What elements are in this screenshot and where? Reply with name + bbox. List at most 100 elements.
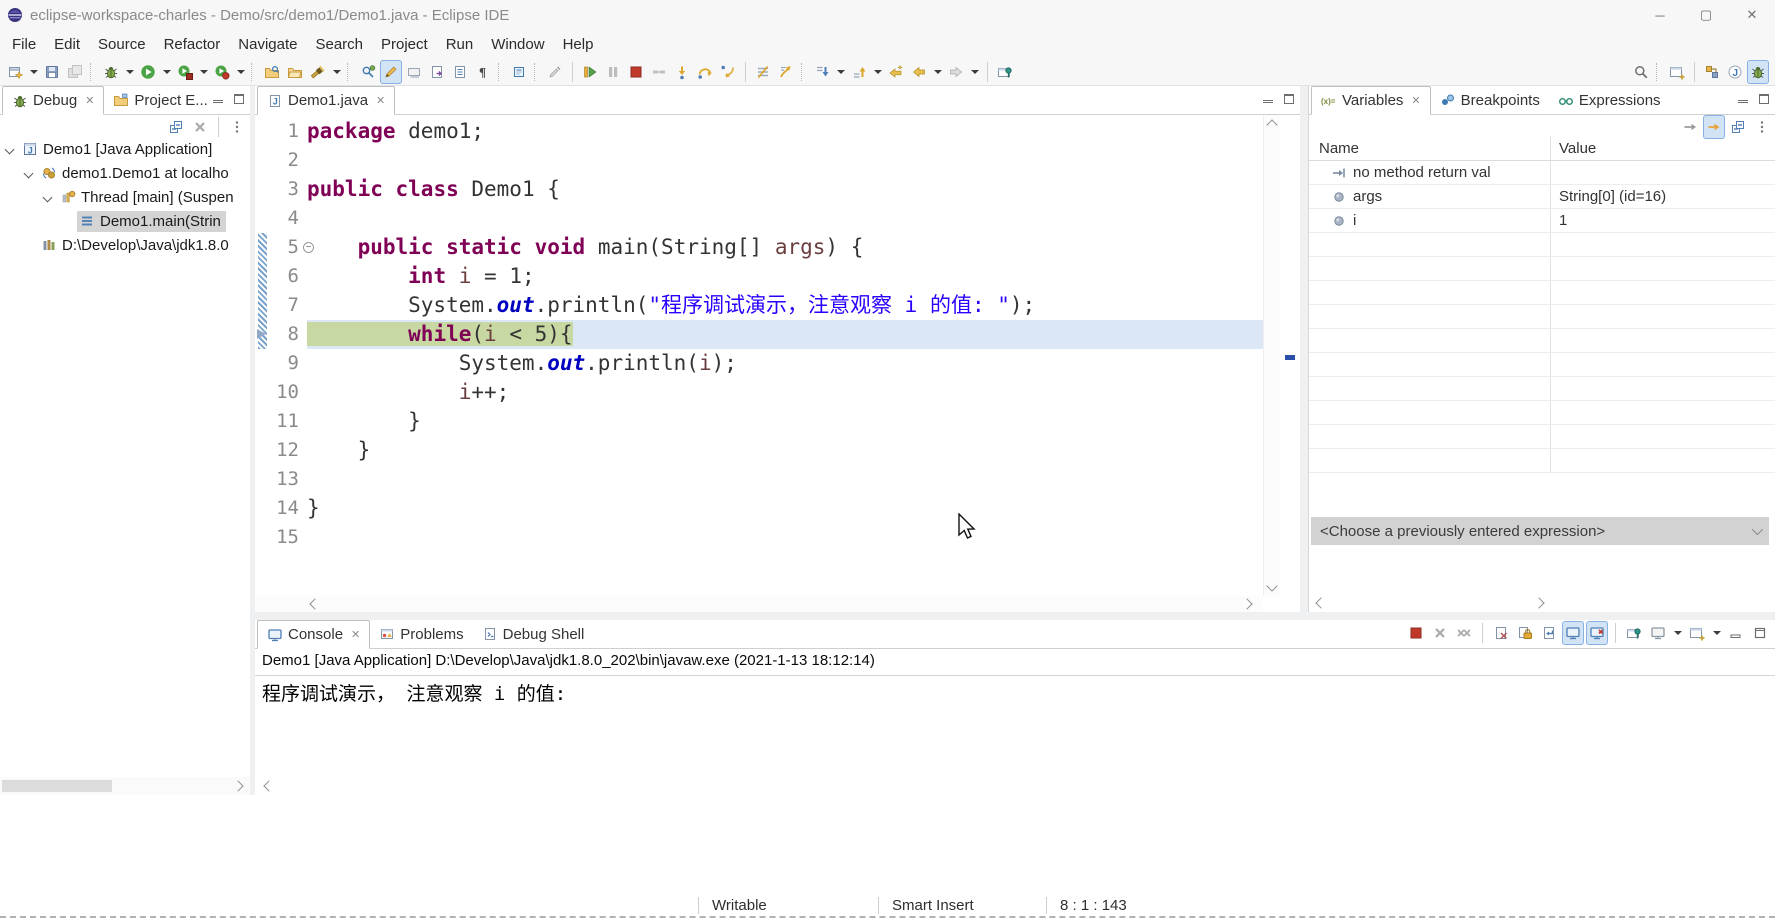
run-tool-button[interactable] (211, 60, 233, 84)
editor-vscrollbar[interactable] (1263, 115, 1280, 596)
menu-project[interactable]: Project (372, 32, 437, 57)
menu-search[interactable]: Search (306, 32, 372, 57)
tree-item-content[interactable]: JDemo1 [Java Application] (20, 139, 217, 160)
collapse-all-button[interactable] (165, 115, 187, 139)
tree-item-content[interactable]: Thread [main] (Suspen (58, 187, 239, 208)
debug-view-hscrollbar[interactable] (0, 777, 250, 795)
run-button[interactable] (137, 60, 159, 84)
dropdown-caret-icon[interactable] (123, 60, 136, 84)
view-menu-button[interactable] (226, 115, 248, 139)
menu-help[interactable]: Help (554, 32, 603, 57)
max-view-button[interactable] (1749, 621, 1771, 645)
tab-project-e[interactable]: Project E... (104, 86, 216, 114)
variable-row[interactable]: i1 (1309, 209, 1775, 233)
code-line-1[interactable]: package demo1; (307, 117, 1263, 146)
close-tab-icon[interactable]: ✕ (351, 628, 360, 641)
breadcrumb-button[interactable] (403, 60, 425, 84)
coverage-button[interactable] (174, 60, 196, 84)
scroll-left-icon[interactable] (309, 598, 320, 609)
maximize-view-icon[interactable] (1759, 94, 1769, 104)
flashlight-button[interactable] (307, 60, 329, 84)
tree-item-content[interactable]: D:\Develop\Java\jdk1.8.0 (39, 235, 234, 256)
variable-row[interactable]: argsString[0] (id=16) (1309, 185, 1775, 209)
tree-item[interactable]: demo1.Demo1 at localho (0, 161, 250, 185)
code-line-14[interactable]: } (307, 494, 1263, 523)
dropdown-caret-icon[interactable] (968, 60, 981, 84)
close-tab-icon[interactable]: ✕ (85, 94, 94, 107)
debug-persp-button[interactable] (1747, 60, 1769, 84)
expander-icon[interactable] (43, 192, 53, 202)
menu-refactor[interactable]: Refactor (155, 32, 230, 57)
dropdown-caret-icon[interactable] (330, 60, 343, 84)
x-gray-button[interactable] (1429, 621, 1451, 645)
last-edit-location-button[interactable] (885, 60, 907, 84)
tree-item[interactable]: Thread [main] (Suspen (0, 185, 250, 209)
code-line-7[interactable]: System.out.println("程序调试演示，注意观察 i 的值: ")… (307, 291, 1263, 320)
skip-breakpoints-button[interactable] (752, 60, 774, 84)
java-persp-button[interactable]: J (1724, 60, 1746, 84)
tree-item[interactable]: Demo1.main(Strin (0, 209, 250, 233)
terminate-red-button[interactable] (1405, 621, 1427, 645)
menu-navigate[interactable]: Navigate (229, 32, 306, 57)
code-line-8[interactable]: while(i < 5){ (307, 320, 1263, 349)
use-step-filters-button[interactable] (775, 60, 797, 84)
tree-item-selected[interactable]: Demo1.main(Strin (77, 211, 226, 232)
remove-terminated-button[interactable] (189, 115, 211, 139)
editor-code-area[interactable]: package demo1; public class Demo1 { publ… (307, 117, 1263, 552)
code-line-13[interactable] (307, 465, 1263, 494)
dropdown-caret-icon[interactable] (27, 60, 40, 84)
show-list-button[interactable] (449, 60, 471, 84)
link-editor-button[interactable] (544, 60, 566, 84)
next-annotation-button[interactable] (811, 60, 833, 84)
save-button[interactable] (41, 60, 63, 84)
menu-file[interactable]: File (3, 32, 45, 57)
stderr-monitor-button[interactable] (1586, 621, 1608, 645)
dropdown-caret-icon[interactable] (1710, 621, 1723, 645)
forward-button[interactable] (945, 60, 967, 84)
minimize-button[interactable]: ─ (1637, 0, 1683, 30)
step-into-button[interactable] (671, 60, 693, 84)
tab-expressions[interactable]: Expressions (1549, 86, 1670, 114)
block-selection-button[interactable] (508, 60, 530, 84)
pin-console-button[interactable] (1623, 621, 1645, 645)
display-console-button[interactable] (1647, 621, 1669, 645)
variables-hscrollbar[interactable] (1309, 594, 1775, 612)
expander-icon[interactable] (5, 144, 15, 154)
scrollbar-thumb[interactable] (2, 780, 112, 792)
scroll-left-icon[interactable] (263, 780, 274, 791)
dropdown-caret-icon[interactable] (197, 60, 210, 84)
maximize-view-icon[interactable] (1284, 94, 1294, 104)
tab-demo1-java[interactable]: JDemo1.java✕ (257, 86, 395, 115)
dropdown-caret-icon[interactable] (834, 60, 847, 84)
tab-variables[interactable]: (x)=Variables✕ (1311, 86, 1431, 115)
dropdown-caret-icon[interactable] (234, 60, 247, 84)
tree-item[interactable]: JDemo1 [Java Application] (0, 137, 250, 161)
scroll-down-icon[interactable] (1266, 580, 1277, 591)
tree-item[interactable]: D:\Develop\Java\jdk1.8.0 (0, 233, 250, 257)
column-header-name[interactable]: Name (1309, 136, 1551, 160)
min-view-button[interactable] (1725, 621, 1747, 645)
expander-icon[interactable] (24, 168, 34, 178)
console-hscrollbar[interactable] (255, 777, 1775, 795)
menu-run[interactable]: Run (437, 32, 483, 57)
show-logical-button[interactable] (1703, 115, 1725, 139)
code-line-4[interactable] (307, 204, 1263, 233)
code-line-11[interactable]: } (307, 407, 1263, 436)
back-button[interactable] (908, 60, 930, 84)
editor-body[interactable]: 12345−6789101112131415 package demo1; pu… (255, 115, 1263, 596)
expression-combo[interactable]: <Choose a previously entered expression> (1311, 517, 1769, 545)
mark-occurrences-button[interactable] (380, 60, 402, 84)
save-all-button[interactable] (64, 60, 86, 84)
code-line-9[interactable]: System.out.println(i); (307, 349, 1263, 378)
tab-breakpoints[interactable]: Breakpoints (1431, 86, 1549, 114)
editor-overview-ruler[interactable] (1280, 115, 1300, 596)
disconnect-button[interactable] (648, 60, 670, 84)
code-line-15[interactable] (307, 523, 1263, 552)
xx-gray-button[interactable] (1453, 621, 1475, 645)
scroll-right-icon[interactable] (1241, 598, 1252, 609)
menu-source[interactable]: Source (89, 32, 155, 57)
minimize-view-icon[interactable] (1738, 94, 1748, 103)
open-perspective-button[interactable] (1666, 60, 1688, 84)
close-tab-icon[interactable]: ✕ (1411, 94, 1420, 107)
menu-window[interactable]: Window (482, 32, 553, 57)
